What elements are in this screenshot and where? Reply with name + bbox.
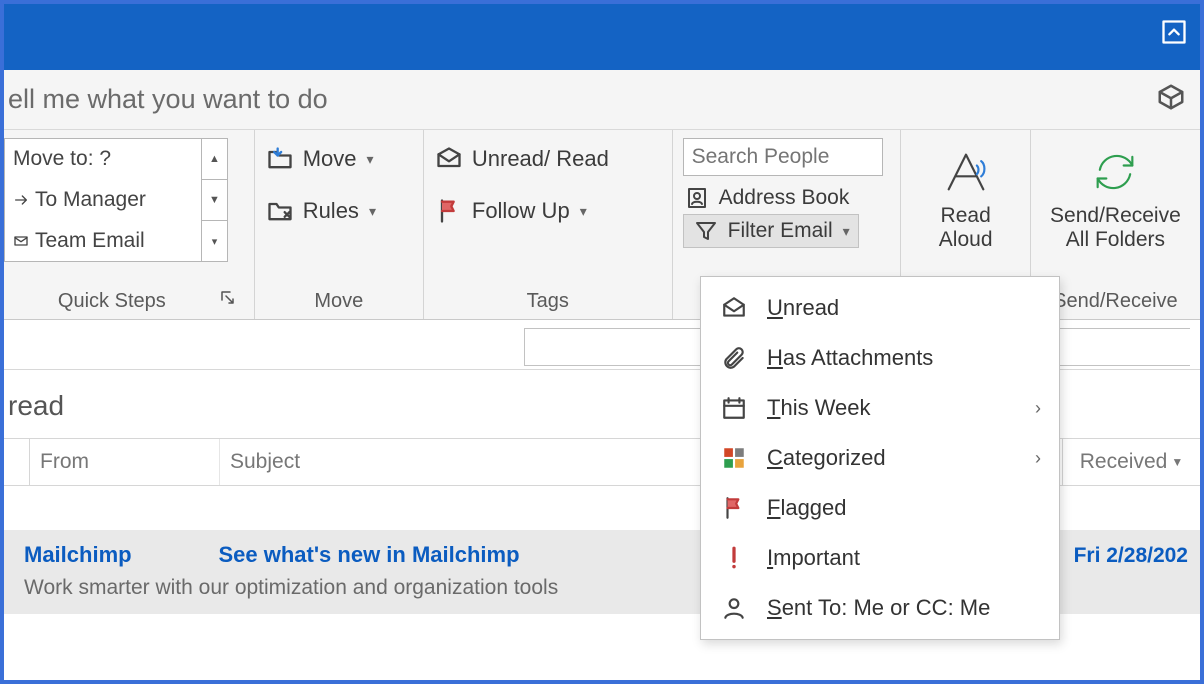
gallery-down-icon[interactable]: ▼ [202,180,227,221]
send-receive-line1: Send/Receive [1050,204,1181,228]
group-label: Tags [434,286,662,315]
move-button[interactable]: Move ▾ [265,144,376,174]
sync-icon [1087,144,1143,200]
addins-icon[interactable] [1156,82,1186,117]
outlook-window: ell me what you want to do Move to: ? To… [0,0,1204,684]
message-from: Mailchimp [24,542,214,568]
filter-sent-to-me[interactable]: Sent To: Me or CC: Me [701,583,1059,633]
minimize-ribbon-icon[interactable] [1160,18,1188,46]
person-icon [719,595,749,621]
chevron-down-icon: ▾ [843,223,850,240]
quick-steps-gallery[interactable]: Move to: ? To Manager Team Email ▲ [4,138,228,262]
rules-icon [265,196,295,226]
filter-email-menu: Unread Has Attachments This Week › Categ… [700,276,1060,640]
filter-email-label: Filter Email [728,219,833,243]
submenu-chevron-icon: › [1035,448,1041,469]
move-group: Move ▾ Rules ▾ Move [255,130,424,319]
gallery-up-icon[interactable]: ▲ [202,139,227,180]
read-aloud-button[interactable]: Read Aloud [938,144,994,252]
message-subject: See what's new in Mailchimp [218,542,519,567]
column-from[interactable]: From [30,439,220,485]
rules-label: Rules [303,198,359,224]
paperclip-icon [719,345,749,371]
chevron-down-icon: ▾ [366,151,373,168]
mail-icon [13,233,29,249]
filter-this-week[interactable]: This Week › [701,383,1059,433]
filter-email-button[interactable]: Filter Email ▾ [683,214,859,248]
filter-unread[interactable]: Unread [701,283,1059,333]
column-flag[interactable] [4,439,30,485]
quick-step-item[interactable]: Team Email [5,220,201,261]
chevron-down-icon: ▾ [369,203,376,220]
quick-step-label: To Manager [35,188,146,212]
read-aloud-line1: Read [939,204,993,228]
quick-step-item[interactable]: To Manager [5,180,201,221]
quick-steps-group: Move to: ? To Manager Team Email ▲ [4,130,255,319]
tell-me-input[interactable]: ell me what you want to do [4,84,328,115]
group-label: Quick Steps [4,286,220,315]
categories-icon [719,445,749,471]
tags-group: Unread/ Read Follow Up ▾ Tags [424,130,673,319]
quick-step-item[interactable]: Move to: ? [5,139,201,180]
send-receive-line2: All Folders [1050,228,1181,252]
filter-categorized[interactable]: Categorized › [701,433,1059,483]
column-received[interactable]: Received ▼ [1062,439,1200,485]
quick-step-label: Team Email [35,229,145,253]
rules-button[interactable]: Rules ▾ [265,196,376,226]
submenu-chevron-icon: › [1035,398,1041,419]
chevron-down-icon: ▾ [580,203,587,220]
flag-icon [434,196,464,226]
title-bar [4,4,1200,70]
move-folder-icon [265,144,295,174]
address-book-icon [683,186,711,210]
unread-read-button[interactable]: Unread/ Read [434,144,609,174]
follow-up-label: Follow Up [472,198,570,224]
group-label: Send/Receive [1053,286,1178,315]
tell-me-bar: ell me what you want to do [4,70,1200,130]
read-aloud-icon [938,144,994,200]
forward-icon [13,192,29,208]
address-book-button[interactable]: Address Book [683,182,850,214]
unread-read-label: Unread/ Read [472,146,609,172]
flag-icon [719,495,749,521]
filter-important[interactable]: Important [701,533,1059,583]
search-people-input[interactable] [683,138,883,176]
important-icon [719,545,749,571]
move-label: Move [303,146,357,172]
message-date: Fri 2/28/202 [1054,542,1188,568]
calendar-icon [719,395,749,421]
gallery-more-icon[interactable]: ▾ [202,221,227,261]
send-receive-button[interactable]: Send/Receive All Folders [1050,144,1181,252]
filter-flagged[interactable]: Flagged [701,483,1059,533]
follow-up-button[interactable]: Follow Up ▾ [434,196,609,226]
envelope-open-icon [719,295,749,321]
address-book-label: Address Book [719,186,850,210]
dialog-launcher-icon[interactable] [220,290,236,311]
quick-step-label: Move to: ? [13,147,111,171]
filter-has-attachments[interactable]: Has Attachments [701,333,1059,383]
envelope-icon [434,144,464,174]
read-aloud-line2: Aloud [939,228,993,252]
sort-desc-icon: ▼ [1171,455,1183,469]
group-label: Move [265,286,413,315]
funnel-icon [692,219,720,243]
